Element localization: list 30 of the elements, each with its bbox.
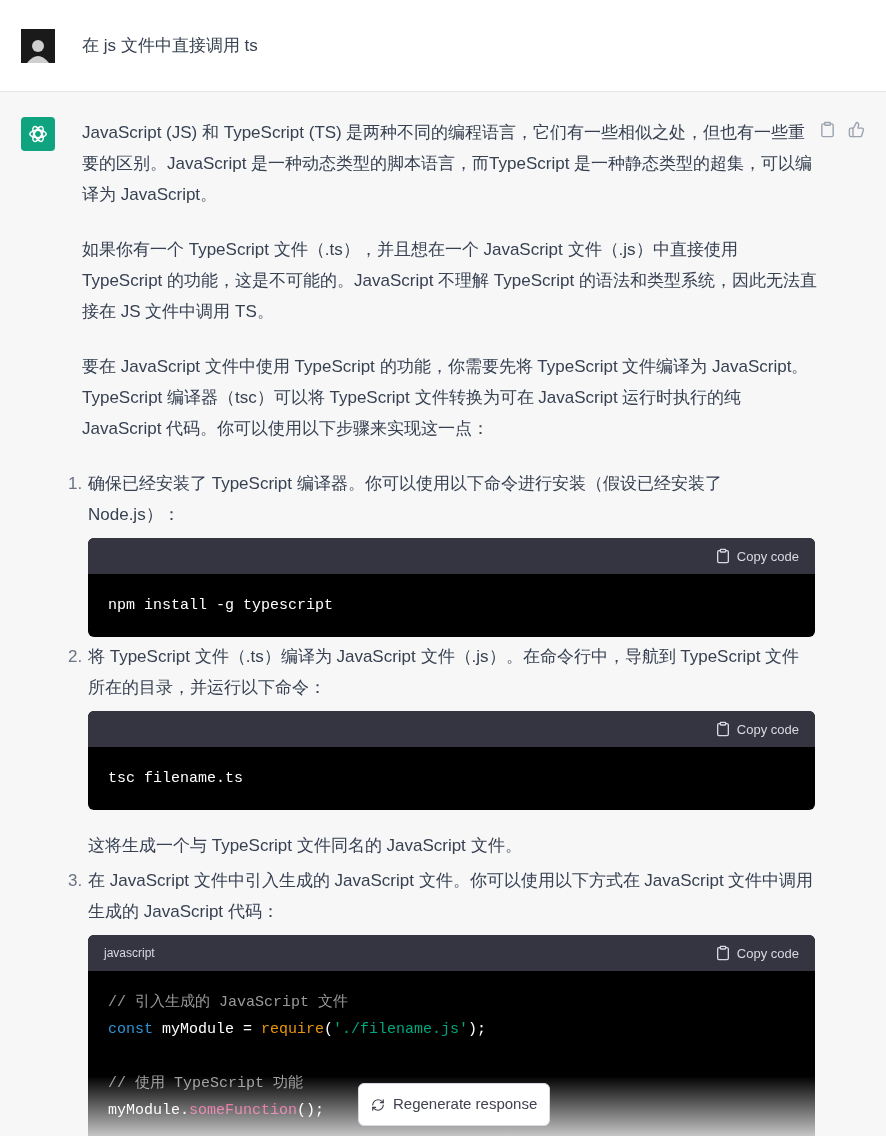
regenerate-button[interactable]: Regenerate response [358,1083,551,1126]
list-number: 2. [68,646,84,668]
refresh-icon [371,1097,385,1112]
code-line: // 使用 TypeScript 功能 [108,1073,304,1094]
assistant-avatar [21,117,55,151]
code-language: javascript [104,945,155,961]
copy-code-button[interactable]: Copy code [714,937,799,969]
code-line: // 引入生成的 JavaScript 文件 [108,992,349,1013]
copy-code-button[interactable]: Copy code [714,713,799,745]
step-note: 这将生成一个与 TypeScript 文件同名的 JavaScript 文件。 [88,835,523,857]
copy-icon[interactable] [819,121,836,138]
code-line: const myModule = require('./filename.js'); [108,1020,487,1040]
list-number: 1. [68,473,84,495]
user-avatar [21,28,55,63]
copy-code-button[interactable]: Copy code [714,540,799,572]
answer-paragraph: 如果你有一个 TypeScript 文件（.ts），并且想在一个 JavaScript 文件（.js）中直接使用 TypeScript 的功能，这是不可能的。JavaScript 不理解 TypeScript 的语法和类型系统，因此无法直接在 JS 文件中调用 TS。 [82,239,817,323]
user-message: 在 js 文件中直接调用 ts [82,34,258,57]
list-number: 3. [68,870,84,892]
code-line: npm install -g typescript [108,596,334,616]
step-text: 确保已经安装了 TypeScript 编译器。你可以使用以下命令进行安装（假设已经安装了 Node.js）： [88,473,723,526]
clipboard-icon [714,945,731,961]
clipboard-icon [714,721,731,737]
code-line: tsc filename.ts [108,769,244,789]
clipboard-icon [714,548,731,564]
code-line: myModule.someFunction(); [108,1101,325,1121]
step-text: 将 TypeScript 文件（.ts）编译为 JavaScript 文件（.js）。在命令行中，导航到 TypeScript 文件所在的目录，并运行以下命令： [88,646,801,699]
thumbs-up-icon[interactable] [848,121,865,138]
answer-paragraph: 要在 JavaScript 文件中使用 TypeScript 的功能，你需要先将 TypeScript 文件编译为 JavaScript。TypeScript 编译器（tsc）可以将 TypeScript 文件转换为可在 JavaScript 运行时执行的纯 JavaScript 代码。你可以使用以下步骤来实现这一点： [82,356,810,440]
answer-paragraph: JavaScript (JS) 和 TypeScript (TS) 是两种不同的编程语言，它们有一些相似之处，但也有一些重要的区别。JavaScript 是一种动态类型的脚本语言，而TypeScript 是一种静态类型的超集，可以编译为 JavaScript。 [82,122,814,206]
step-text: 在 JavaScript 文件中引入生成的 JavaScript 文件。你可以使用以下方式在 JavaScript 文件中调用生成的 JavaScript 代码： [88,870,815,923]
